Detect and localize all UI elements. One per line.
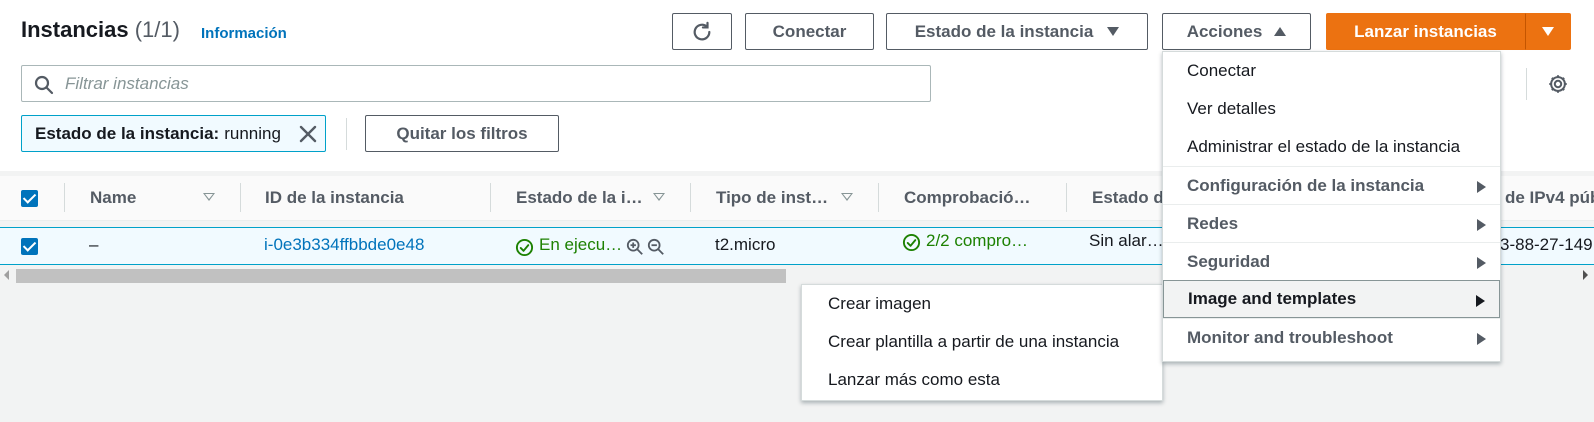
cell-instance-state: En ejecu… — [539, 235, 623, 254]
cell-status-check[interactable]: 2/2 compro… — [926, 231, 1028, 251]
menu-item-label: Redes — [1187, 213, 1239, 233]
menu-item-create-template[interactable]: Crear plantilla a partir de una instanci… — [802, 323, 1162, 361]
row-checkbox[interactable] — [21, 238, 38, 255]
search-icon — [34, 75, 54, 95]
instance-state-dropdown[interactable]: Estado de la instancia — [886, 13, 1148, 50]
clear-filters-button[interactable]: Quitar los filtros — [365, 115, 559, 152]
image-templates-submenu: Crear imagen Crear plantilla a partir de… — [801, 284, 1163, 401]
launch-instances-button[interactable]: Lanzar instancias — [1326, 13, 1525, 50]
divider — [1526, 68, 1527, 100]
check-circle-icon — [902, 233, 921, 252]
menu-item-label: Configuración de la instancia — [1187, 175, 1425, 195]
search-field[interactable] — [21, 65, 931, 102]
zoom-out-icon[interactable] — [647, 238, 665, 256]
menu-item-label: Seguridad — [1187, 251, 1271, 271]
menu-item-connect[interactable]: Conectar — [1163, 52, 1500, 90]
clear-filters-label: Quitar los filtros — [396, 123, 528, 143]
filter-token: Estado de la instancia: running — [21, 115, 326, 152]
menu-group-security[interactable]: Seguridad — [1163, 242, 1500, 280]
launch-options-button[interactable] — [1525, 13, 1571, 50]
cell-name: – — [89, 235, 99, 254]
menu-group-monitor-troubleshoot[interactable]: Monitor and troubleshoot — [1163, 318, 1500, 356]
menu-group-networking[interactable]: Redes — [1163, 204, 1500, 242]
menu-group-image-templates[interactable]: Image and templates — [1163, 280, 1500, 318]
cell-public-ipv4: 3-88-27-149 — [1500, 235, 1593, 254]
divider — [346, 118, 347, 150]
column-header-status-check[interactable]: Comprobació… — [904, 188, 1031, 208]
menu-item-label: Ver detalles — [1187, 99, 1276, 118]
menu-item-launch-more-like-this[interactable]: Lanzar más como esta — [802, 361, 1162, 399]
actions-label: Acciones — [1186, 21, 1263, 41]
menu-item-label: Monitor and troubleshoot — [1187, 327, 1393, 347]
menu-item-create-image[interactable]: Crear imagen — [802, 285, 1162, 323]
launch-instances-label: Lanzar instancias — [1354, 21, 1497, 41]
column-header-instance-state[interactable]: Estado de la i… — [516, 188, 643, 208]
caret-right-icon — [1477, 333, 1486, 345]
column-divider — [64, 183, 65, 212]
select-all-checkbox[interactable] — [21, 190, 38, 207]
column-divider — [240, 183, 241, 212]
filter-token-value: running — [224, 123, 281, 143]
menu-item-label: Administrar el estado de la instancia — [1187, 137, 1461, 156]
sort-icon[interactable] — [653, 193, 665, 201]
column-header-public-ipv4[interactable]: de IPv4 púb — [1505, 188, 1594, 208]
caret-down-icon — [1542, 27, 1554, 36]
actions-menu: Conectar Ver detalles Administrar el est… — [1162, 51, 1501, 362]
caret-right-icon — [1477, 219, 1486, 231]
search-input[interactable] — [65, 72, 915, 96]
close-icon[interactable] — [298, 124, 318, 144]
menu-item-view-details[interactable]: Ver detalles — [1163, 90, 1500, 128]
scroll-right-icon[interactable] — [1583, 270, 1588, 280]
caret-down-icon — [1107, 27, 1120, 36]
scroll-left-icon[interactable] — [4, 270, 9, 280]
column-divider — [690, 183, 691, 212]
actions-dropdown[interactable]: Acciones — [1162, 13, 1311, 50]
instance-count: (1/1) — [134, 17, 180, 42]
refresh-icon — [693, 21, 711, 40]
caret-right-icon — [1477, 181, 1486, 193]
caret-right-icon — [1476, 295, 1485, 307]
menu-item-manage-state[interactable]: Administrar el estado de la instancia — [1163, 128, 1500, 166]
cell-alarm-status[interactable]: Sin alar… — [1089, 231, 1164, 251]
cell-instance-type: t2.micro — [715, 235, 776, 254]
info-link[interactable]: Información — [201, 25, 287, 42]
menu-item-label: Conectar — [1187, 61, 1256, 80]
filter-token-key: Estado de la instancia: — [35, 123, 220, 143]
instance-state-label: Estado de la instancia — [914, 21, 1094, 41]
refresh-button[interactable] — [672, 13, 732, 50]
caret-right-icon — [1477, 257, 1486, 269]
scrollbar-thumb[interactable] — [16, 269, 786, 283]
column-divider — [878, 183, 879, 212]
check-circle-icon — [515, 238, 534, 257]
page-title: Instancias (1/1) — [21, 17, 180, 43]
gear-icon[interactable] — [1547, 73, 1569, 95]
column-header-name[interactable]: Name — [90, 188, 136, 208]
connect-button-label: Conectar — [772, 21, 847, 41]
menu-item-label: Image and templates — [1188, 289, 1357, 308]
sort-icon[interactable] — [841, 193, 853, 201]
column-header-instance-type[interactable]: Tipo de inst… — [716, 188, 828, 208]
sort-icon[interactable] — [203, 193, 215, 201]
cell-instance-id[interactable]: i-0e3b334ffbbde0e48 — [264, 235, 424, 255]
connect-button[interactable]: Conectar — [745, 13, 874, 50]
menu-group-instance-settings[interactable]: Configuración de la instancia — [1163, 166, 1500, 204]
caret-up-icon — [1274, 27, 1287, 36]
column-divider — [1066, 183, 1067, 212]
column-divider — [490, 183, 491, 212]
zoom-in-icon[interactable] — [626, 238, 644, 256]
page-title-text: Instancias — [21, 17, 129, 42]
column-header-instance-id[interactable]: ID de la instancia — [265, 188, 404, 208]
